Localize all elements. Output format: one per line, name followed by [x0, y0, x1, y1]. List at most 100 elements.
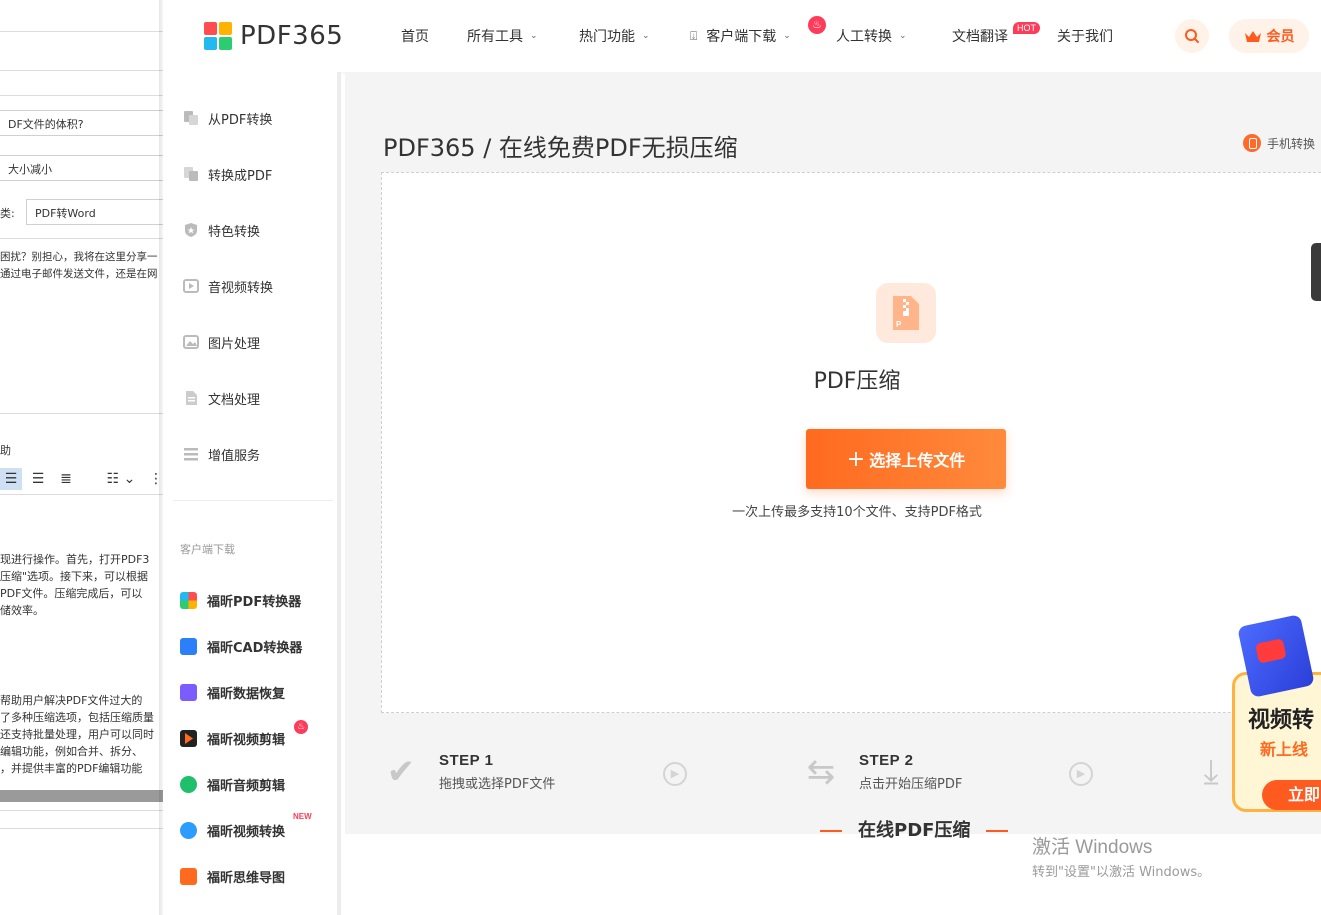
search-button[interactable]: [1175, 19, 1209, 53]
sidebar-item-label: 音视频转换: [208, 280, 274, 296]
logo-text: PDF365: [240, 21, 344, 51]
editor-category-value: PDF转Word: [35, 207, 96, 220]
nav-home-label: 首页: [401, 29, 429, 45]
download-icon: ⍗: [690, 28, 698, 43]
sidebar-item-document[interactable]: 文档处理: [183, 386, 260, 410]
checkmark-icon: ✔: [386, 752, 416, 792]
editor-toolbar: ☰ ☰ ≣ ☷ ⌄ ⋮: [0, 468, 163, 492]
nav-hot-features[interactable]: 热门功能 ⌄: [579, 26, 650, 46]
fire-icon: ♨: [294, 720, 308, 734]
app-video-editor[interactable]: 福昕视频剪辑: [180, 726, 285, 750]
video-converter-icon: [180, 821, 197, 839]
sidebar-item-media[interactable]: 音视频转换: [183, 274, 273, 298]
sidebar-item-image[interactable]: 图片处理: [183, 330, 260, 354]
editor-category-select[interactable]: PDF转Word: [26, 199, 163, 225]
video-editor-icon: [180, 729, 197, 747]
sidebar-item-label: 图片处理: [208, 336, 261, 352]
chevron-down-icon: ⌄: [899, 31, 907, 41]
chevron-down-icon: ⌄: [783, 31, 791, 41]
app-audio-editor[interactable]: 福昕音频剪辑: [180, 772, 285, 796]
editor-intro-line: 通过电子邮件发送文件，还是在网: [0, 268, 158, 280]
search-icon: [1185, 29, 1199, 43]
nav-home[interactable]: 首页: [401, 26, 429, 46]
app-data-recovery[interactable]: 福昕数据恢复: [180, 680, 285, 704]
pdf-convert-icon: [183, 110, 199, 126]
sidebar-item-label: 转换成PDF: [208, 168, 273, 184]
editor-title-field[interactable]: DF文件的体积?: [0, 110, 163, 136]
crown-icon: [1244, 31, 1261, 42]
media-icon: [183, 278, 199, 294]
heading-dash: [986, 830, 1009, 832]
app-mind-map[interactable]: 福昕思维导图: [180, 864, 285, 888]
nav-all-tools[interactable]: 所有工具 ⌄: [467, 26, 538, 46]
sidebar-item-to-pdf[interactable]: 转换成PDF: [183, 162, 272, 186]
editor-title-text: DF文件的体积?: [8, 118, 84, 131]
editor-body-line: ，并提供丰富的PDF编辑功能: [0, 762, 143, 775]
divider: [0, 31, 163, 32]
mobile-link-label: 手机转换: [1267, 136, 1316, 151]
sidebar-item-value-added[interactable]: 增值服务: [183, 442, 260, 466]
watermark-line2: 转到"设置"以激活 Windows。: [1032, 865, 1211, 880]
sidebar-item-from-pdf[interactable]: 从PDF转换: [183, 106, 272, 130]
step-desc: 点击开始压缩PDF: [859, 777, 963, 792]
align-center-button[interactable]: ☰: [0, 468, 22, 490]
editor-horizontal-scrollbar[interactable]: [0, 790, 163, 802]
editor-body-line: 帮助用户解决PDF文件过大的: [0, 694, 143, 707]
vip-label: 会员: [1266, 29, 1295, 45]
app-label: 福昕CAD转换器: [207, 640, 303, 656]
nav-doc-translate[interactable]: 文档翻译: [952, 26, 1008, 46]
editor-summary-field[interactable]: 大小减小: [0, 155, 163, 181]
vip-button[interactable]: 会员: [1229, 19, 1309, 53]
pdf365-logo[interactable]: PDF365: [204, 21, 344, 51]
mobile-conversion-link[interactable]: 手机转换: [1243, 134, 1315, 152]
sidebar-item-label: 特色转换: [208, 224, 261, 240]
video-convert-promo[interactable]: 视频转 新上线 立即: [1230, 614, 1321, 812]
arrow-right-icon: ▶: [663, 762, 687, 786]
to-pdf-icon: [183, 166, 199, 182]
divider: [0, 828, 163, 829]
hot-badge: HOT: [1013, 22, 1040, 34]
sidebar-section-label: 客户端下载: [180, 543, 235, 556]
justify-button[interactable]: ≣: [55, 468, 77, 490]
upload-hint: 一次上传最多支持10个文件、支持PDF格式: [732, 505, 982, 520]
sidebar-item-featured[interactable]: 特色转换: [183, 218, 260, 242]
align-right-button[interactable]: ☰: [27, 468, 49, 490]
app-video-converter[interactable]: 福昕视频转换: [180, 818, 285, 842]
side-panel-handle[interactable]: [1311, 243, 1321, 301]
cad-converter-icon: [180, 637, 197, 655]
promo-title: 视频转: [1248, 708, 1315, 733]
app-label: 福昕PDF转换器: [207, 594, 302, 610]
video-convert-icon: [1237, 614, 1315, 698]
nav-client-download[interactable]: ⍗ 客户端下载 ⌄: [690, 26, 791, 46]
promo-button[interactable]: 立即: [1262, 780, 1321, 810]
list-dropdown-button[interactable]: ☷ ⌄: [103, 468, 139, 490]
app-cad-converter[interactable]: 福昕CAD转换器: [180, 634, 302, 658]
background-editor-window: DF文件的体积? 大小减小 类: PDF转Word 困扰？别担心，我将在这里分享…: [0, 0, 163, 915]
app-pdf-converter[interactable]: 福昕PDF转换器: [180, 588, 301, 612]
editor-body-line: 现进行操作。首先，打开PDF3: [0, 553, 150, 566]
divider: [0, 494, 163, 495]
pdf365-page: PDF365 首页 所有工具 ⌄ 热门功能 ⌄ ⍗ 客户端下载 ⌄ ♨ 人工转换 ⌄ 文档…: [163, 0, 1321, 915]
sidebar-item-label: 从PDF转换: [208, 112, 273, 128]
nav-about[interactable]: 关于我们: [1057, 26, 1113, 46]
editor-body-line: 压缩"选项。接下来，可以根据: [0, 570, 149, 583]
top-header: PDF365 首页 所有工具 ⌄ 热门功能 ⌄ ⍗ 客户端下载 ⌄ ♨ 人工转换 ⌄ 文档…: [163, 0, 1321, 72]
step-title: STEP 2: [859, 752, 914, 769]
divider: [0, 810, 163, 811]
nav-all-tools-label: 所有工具: [467, 29, 523, 45]
chevron-down-icon: ⌄: [642, 31, 650, 41]
tool-sidebar: 从PDF转换 转换成PDF 特色转换 音视频转换 图片处理 文档处理 增值服务 …: [163, 72, 341, 915]
upload-button-label: 选择上传文件: [869, 451, 966, 470]
upload-file-button[interactable]: + 选择上传文件: [806, 429, 1006, 489]
section-heading: 在线PDF压缩: [804, 816, 1024, 842]
sidebar-item-label: 文档处理: [208, 392, 261, 408]
mind-map-icon: [180, 867, 197, 885]
download-icon: ⤓: [1203, 752, 1219, 792]
divider: [0, 95, 163, 96]
page-title: PDF365 / 在线免费PDF无损压缩: [383, 134, 738, 162]
upload-dropzone[interactable]: P PDF压缩 + 选择上传文件 一次上传最多支持10个文件、支持PDF格式: [381, 172, 1321, 713]
app-label: 福昕视频剪辑: [207, 732, 286, 748]
nav-manual-conversion[interactable]: 人工转换 ⌄: [836, 26, 907, 46]
editor-summary-text: 大小减小: [8, 163, 52, 176]
divider: [0, 238, 163, 239]
